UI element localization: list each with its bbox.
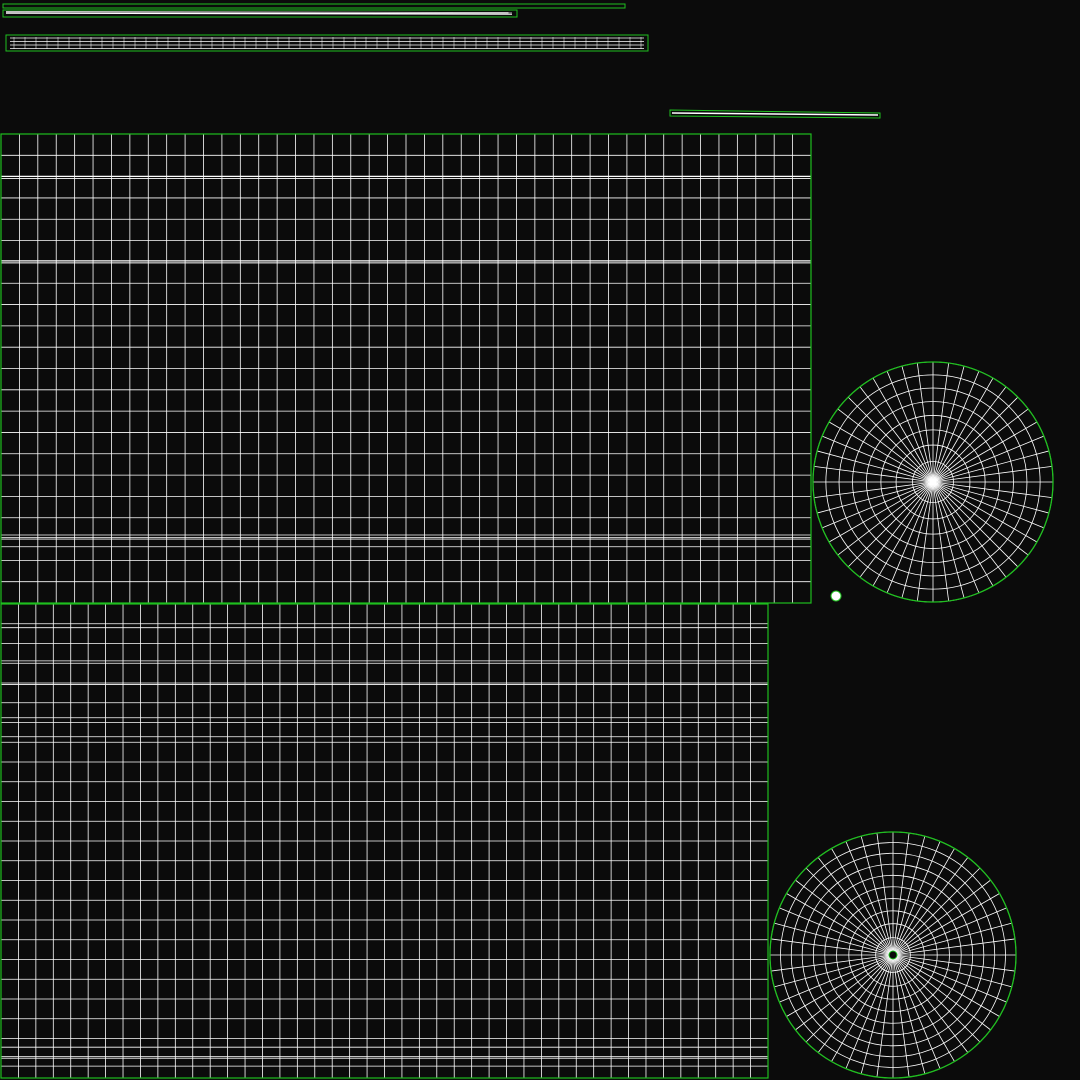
background (0, 0, 1080, 1080)
uv-island-disc-bottom (769, 831, 1017, 1079)
uv-island-dot-small (830, 590, 842, 602)
uv-layout-canvas (0, 0, 1080, 1080)
disc-hub (888, 950, 898, 960)
uv-island-disc-right (812, 361, 1054, 603)
